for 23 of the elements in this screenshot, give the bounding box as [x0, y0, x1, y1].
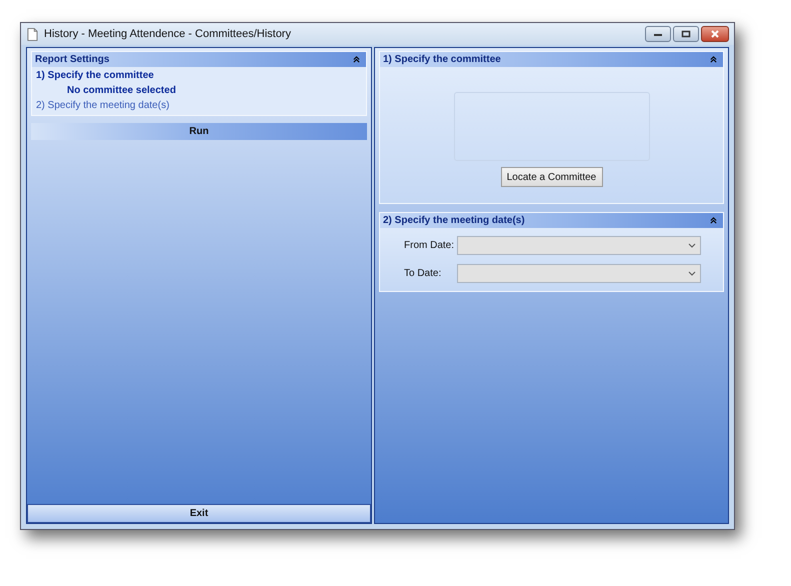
locate-committee-button[interactable]: Locate a Committee — [500, 167, 602, 187]
field-label: From Date: — [404, 240, 456, 251]
field-label: To Date: — [404, 268, 442, 279]
collapse-icon[interactable] — [353, 56, 360, 63]
close-icon — [710, 30, 720, 38]
document-icon — [27, 28, 38, 40]
section-title: 2) Specify the meeting date(s) — [383, 215, 525, 226]
chevron-down-icon — [688, 243, 696, 248]
close-button[interactable] — [701, 26, 729, 42]
step-link[interactable]: 2) Specify the meeting date(s) — [36, 100, 362, 111]
collapse-icon[interactable] — [710, 217, 717, 224]
chevron-down-icon — [688, 271, 696, 276]
run-button[interactable]: Run — [31, 123, 367, 140]
minimize-button[interactable] — [645, 26, 671, 42]
window-title: History - Meeting Attendence - Committees/History — [44, 28, 291, 40]
section-title: Report Settings — [35, 54, 110, 65]
collapse-icon[interactable] — [710, 56, 717, 63]
step-link[interactable]: 1) Specify the committee — [36, 70, 362, 81]
exit-button[interactable]: Exit — [27, 504, 371, 523]
section-title: 1) Specify the committee — [383, 54, 501, 65]
maximize-button[interactable] — [673, 26, 699, 42]
step-status: No committee selected — [66, 85, 177, 96]
maximize-icon — [681, 30, 691, 38]
